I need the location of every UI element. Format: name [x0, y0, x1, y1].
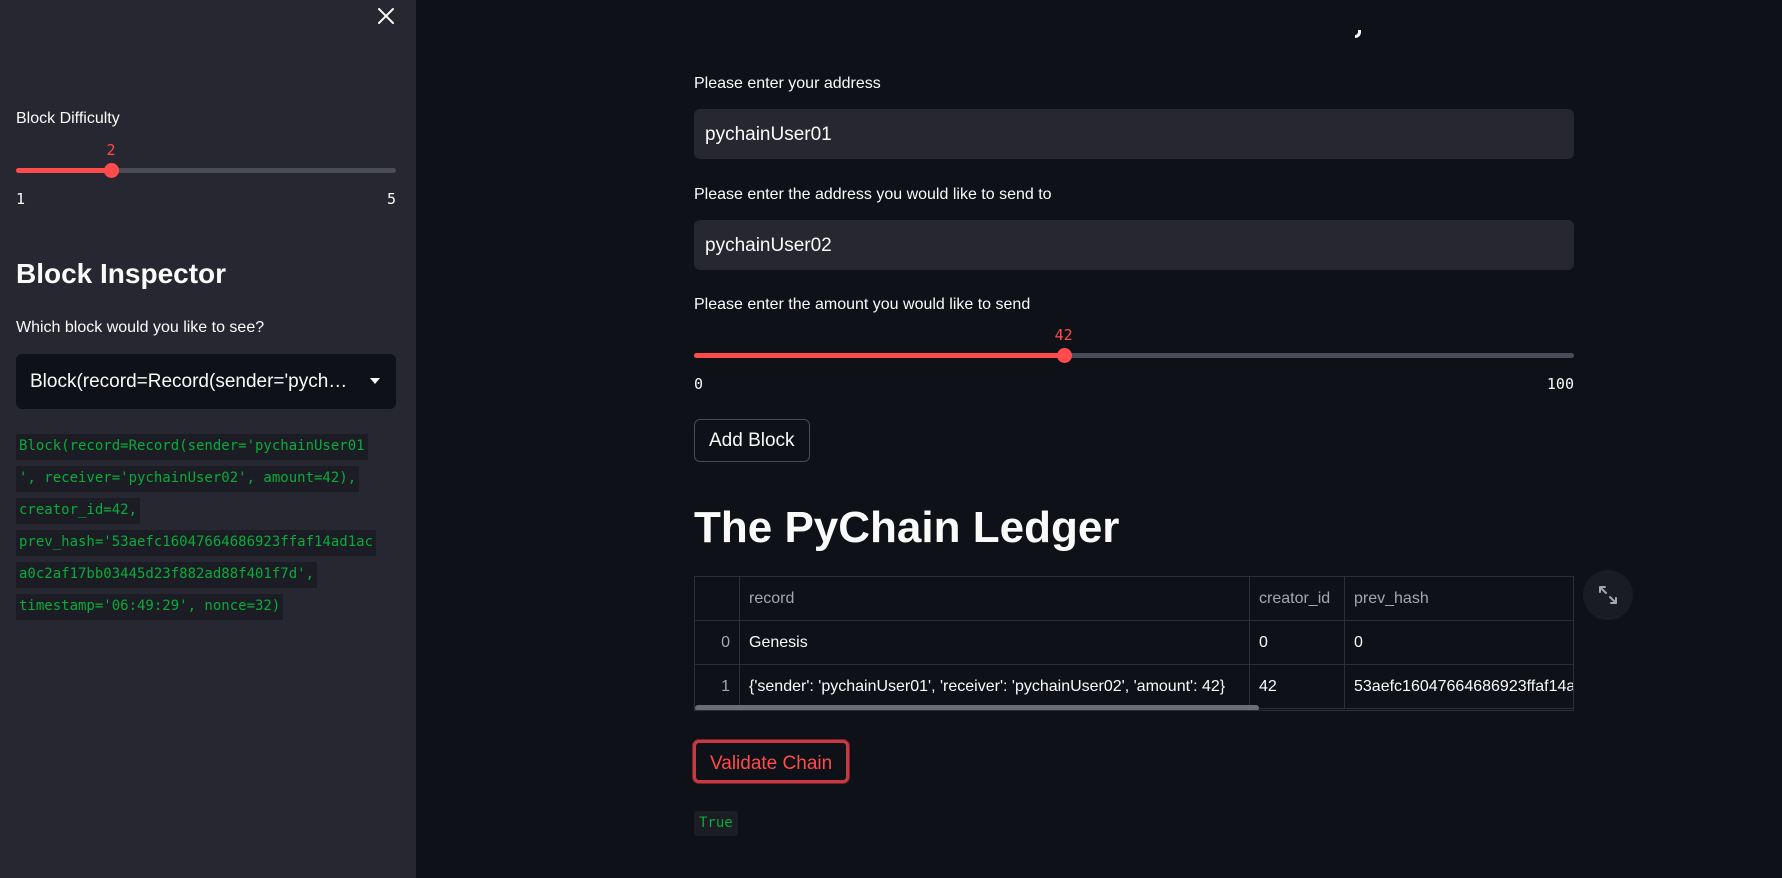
- table-cell-index: 1: [695, 665, 740, 709]
- code-line: ', receiver='pychainUser02', amount=42),: [16, 466, 360, 492]
- table-cell-creator-id[interactable]: 42: [1250, 665, 1345, 709]
- expand-icon: [1599, 586, 1617, 604]
- slider-min-label: 0: [694, 375, 704, 393]
- slider-fill: [16, 168, 111, 173]
- slider-min-label: 1: [16, 190, 26, 208]
- add-block-button[interactable]: Add Block: [694, 419, 810, 462]
- code-line: prev_hash='53aefc16047664686923ffaf14ad1…: [16, 530, 377, 556]
- amount-label: Please enter the amount you would like t…: [694, 296, 1031, 313]
- block-inspector-heading: Block Inspector: [16, 258, 227, 289]
- slider-value-label: 2: [106, 141, 116, 159]
- sender-input[interactable]: pychainUser01: [694, 109, 1574, 159]
- validation-result: True: [694, 811, 738, 836]
- receiver-label: Please enter the address you would like …: [694, 186, 1052, 203]
- code-line: a0c2af17bb03445d23f882ad88f401f7d',: [16, 562, 318, 588]
- code-line: timestamp='06:49:29', nonce=32): [16, 594, 284, 620]
- receiver-input[interactable]: pychainUser02: [694, 220, 1574, 270]
- table-cell-index: 0: [695, 621, 740, 665]
- slider-thumb[interactable]: [1056, 348, 1072, 363]
- ledger-heading: The PyChain Ledger: [694, 503, 1120, 552]
- slider-max-label: 5: [386, 190, 396, 208]
- sender-label: Please enter your address: [694, 75, 881, 92]
- table-header-record[interactable]: record: [740, 577, 1250, 621]
- table-cell-record[interactable]: {'sender': 'pychainUser01', 'receiver': …: [740, 665, 1250, 709]
- sidebar: Block Difficulty 2 1 5 Block Inspector W…: [0, 0, 416, 878]
- table-header-index: [695, 577, 740, 621]
- code-line: Block(record=Record(sender='pychainUser0…: [16, 434, 368, 460]
- slider-max-label: 100: [1546, 375, 1574, 393]
- close-sidebar-button[interactable]: [374, 4, 398, 28]
- block-select-label: Which block would you like to see?: [16, 319, 265, 336]
- code-line: creator_id=42,: [16, 498, 141, 524]
- close-icon: [378, 8, 394, 24]
- page-title-fragment: [1353, 30, 1363, 46]
- table-header-creator-id[interactable]: creator_id: [1250, 577, 1345, 621]
- chevron-down-icon[interactable]: [370, 378, 380, 384]
- table-cell-creator-id[interactable]: 0: [1250, 621, 1345, 665]
- table-header-prev-hash[interactable]: prev_hash: [1345, 577, 1573, 621]
- difficulty-slider[interactable]: 2 1 5: [16, 130, 396, 210]
- block-select[interactable]: Block(record=Record(sender='pychainUser0…: [16, 354, 396, 409]
- amount-slider[interactable]: 42 0 100: [694, 320, 1574, 400]
- slider-track[interactable]: [16, 168, 396, 173]
- slider-track[interactable]: [694, 353, 1574, 358]
- difficulty-label: Block Difficulty: [16, 110, 120, 127]
- fullscreen-button[interactable]: [1583, 570, 1633, 620]
- table-horizontal-scrollbar[interactable]: [695, 705, 1259, 710]
- validate-chain-button[interactable]: Validate Chain: [693, 740, 850, 783]
- slider-value-label: 42: [1054, 326, 1073, 344]
- table-cell-prev-hash[interactable]: 0: [1345, 621, 1573, 665]
- slider-thumb[interactable]: [104, 163, 119, 178]
- main-content: Please enter your address pychainUser01 …: [416, 0, 1782, 878]
- ledger-table[interactable]: record creator_id prev_hash 0 Genesis 0 …: [694, 576, 1574, 711]
- block-select-value: Block(record=Record(sender='pychainUser0…: [30, 371, 350, 392]
- slider-fill: [694, 353, 1064, 358]
- table-cell-prev-hash[interactable]: 53aefc16047664686923ffaf14a: [1345, 665, 1573, 709]
- table-cell-record[interactable]: Genesis: [740, 621, 1250, 665]
